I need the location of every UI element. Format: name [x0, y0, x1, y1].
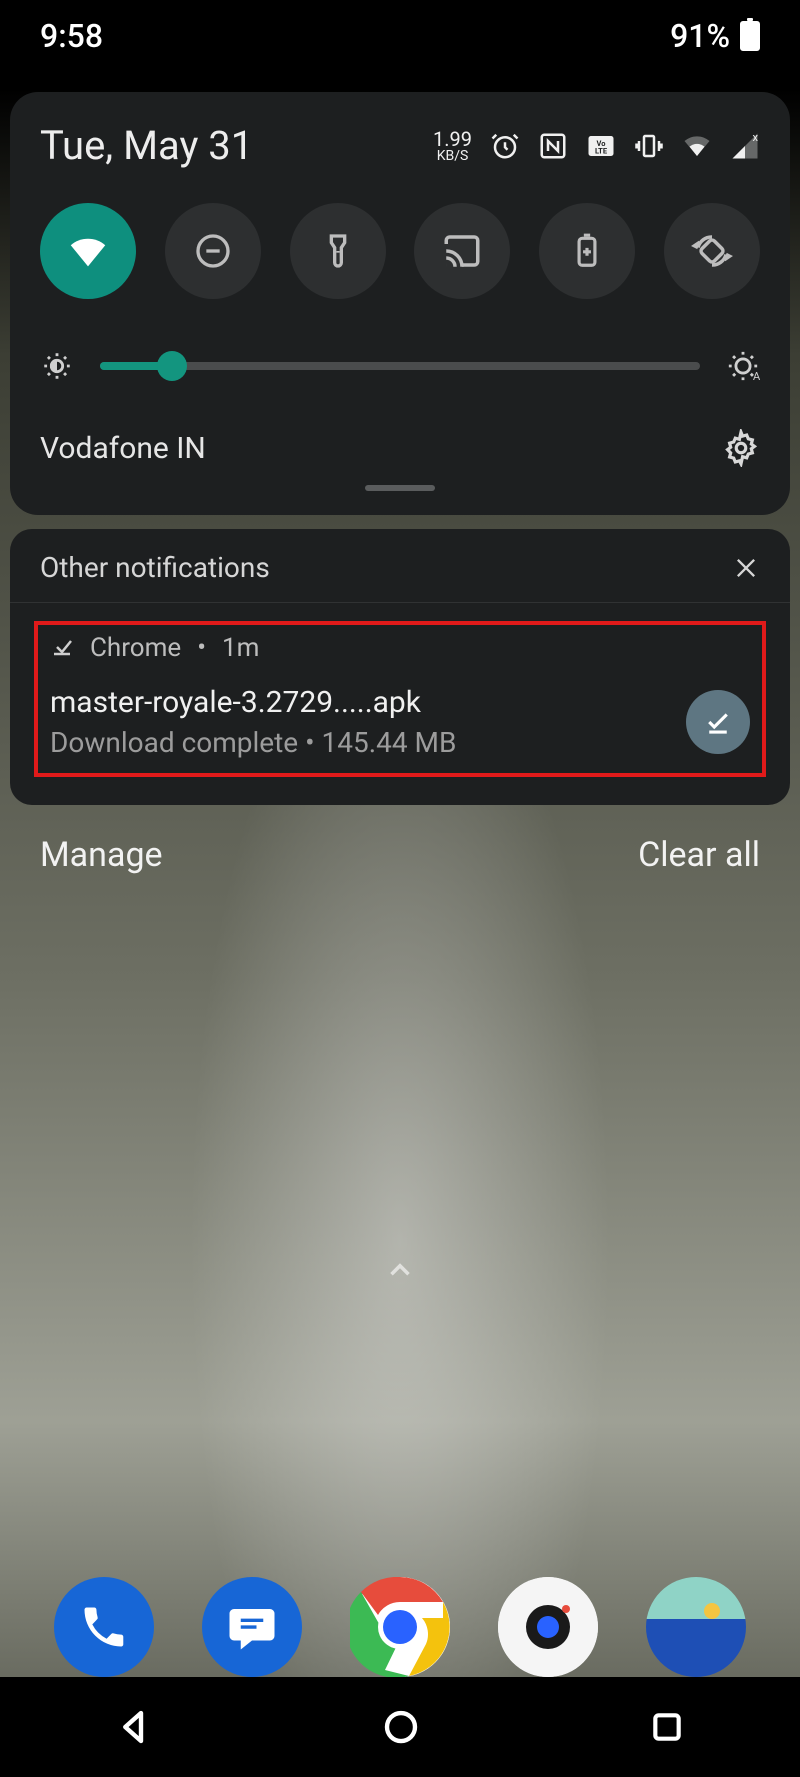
notification-section-title: Other notifications	[40, 551, 270, 584]
notification-app-name: Chrome	[90, 633, 181, 663]
svg-text:A: A	[753, 369, 760, 383]
status-bar: 9:58 91%	[0, 0, 800, 72]
download-complete-icon	[50, 636, 74, 660]
panel-drag-handle[interactable]	[365, 485, 435, 491]
svg-text:LTE: LTE	[595, 146, 608, 155]
chevron-up-icon[interactable]	[383, 1253, 417, 1287]
nav-recents-button[interactable]	[647, 1707, 687, 1747]
qs-dnd-toggle[interactable]	[165, 203, 261, 299]
brightness-row: A	[40, 349, 760, 383]
brightness-auto-icon[interactable]: A	[726, 349, 760, 383]
flashlight-icon	[318, 231, 358, 271]
carrier-row: Vodafone IN	[40, 429, 760, 467]
phone-icon	[78, 1601, 130, 1653]
notification-subtitle: Download complete • 145.44 MB	[50, 726, 456, 759]
quick-toggles-row	[40, 203, 760, 299]
gallery-app[interactable]	[646, 1577, 746, 1677]
panel-date: Tue, May 31	[40, 122, 253, 169]
camera-icon	[498, 1577, 598, 1677]
dnd-icon	[193, 231, 233, 271]
nav-home-button[interactable]	[380, 1706, 422, 1748]
qs-wifi-toggle[interactable]	[40, 203, 136, 299]
signal-icon: x	[730, 131, 760, 161]
status-right: 91%	[670, 17, 760, 55]
phone-app[interactable]	[54, 1577, 154, 1677]
nfc-icon	[538, 131, 568, 161]
notification-text: master-royale-3.2729.....apk Download co…	[50, 685, 456, 759]
notification-actions: Manage Clear all	[0, 805, 800, 905]
panel-header: Tue, May 31 1.99 KB/S VoLTE x	[40, 122, 760, 169]
battery-percent: 91%	[670, 17, 730, 55]
qs-cast-toggle[interactable]	[414, 203, 510, 299]
qs-battery-saver-toggle[interactable]	[539, 203, 635, 299]
settings-gear-icon[interactable]	[722, 429, 760, 467]
wifi-status-icon	[682, 131, 712, 161]
carrier-label: Vodafone IN	[40, 431, 206, 466]
nav-back-button[interactable]	[113, 1706, 155, 1748]
brightness-slider-thumb[interactable]	[157, 351, 187, 381]
status-time: 9:58	[40, 17, 103, 55]
vibrate-icon	[634, 131, 664, 161]
notification-section-header: Other notifications	[10, 529, 790, 603]
notification-open-button[interactable]	[686, 690, 750, 754]
quick-settings-panel: Tue, May 31 1.99 KB/S VoLTE x	[10, 92, 790, 515]
header-status-icons: 1.99 KB/S VoLTE x	[433, 129, 760, 163]
rotate-icon	[691, 230, 733, 272]
check-download-icon	[703, 707, 733, 737]
qs-flashlight-toggle[interactable]	[290, 203, 386, 299]
wifi-icon	[65, 228, 111, 274]
messages-icon	[225, 1600, 279, 1654]
messages-app[interactable]	[202, 1577, 302, 1677]
notification-age: 1m	[222, 633, 259, 663]
manage-button[interactable]: Manage	[40, 835, 163, 875]
notification-item[interactable]: Chrome • 1m master-royale-3.2729.....apk…	[34, 621, 766, 777]
close-icon[interactable]	[732, 554, 760, 582]
qs-rotate-toggle[interactable]	[664, 203, 760, 299]
camera-app[interactable]	[498, 1577, 598, 1677]
notification-separator: •	[197, 633, 206, 663]
alarm-icon	[490, 131, 520, 161]
notification-section: Other notifications Chrome • 1m master-r…	[10, 529, 790, 805]
cast-icon	[441, 230, 483, 272]
notification-body: Chrome • 1m master-royale-3.2729.....apk…	[10, 603, 790, 805]
navigation-bar	[0, 1677, 800, 1777]
svg-text:x: x	[753, 131, 759, 144]
chrome-app[interactable]	[350, 1577, 450, 1677]
brightness-slider[interactable]	[100, 362, 700, 370]
volte-icon: VoLTE	[586, 131, 616, 161]
app-dock	[0, 1577, 800, 1677]
notification-content: master-royale-3.2729.....apk Download co…	[50, 685, 750, 759]
notification-app-line: Chrome • 1m	[50, 633, 750, 663]
network-speed-icon: 1.99 KB/S	[433, 129, 472, 163]
chrome-icon	[350, 1577, 450, 1677]
battery-saver-icon	[568, 232, 606, 270]
notification-title: master-royale-3.2729.....apk	[50, 685, 456, 720]
clear-all-button[interactable]: Clear all	[638, 835, 760, 875]
battery-icon	[740, 21, 760, 51]
brightness-low-icon	[40, 349, 74, 383]
